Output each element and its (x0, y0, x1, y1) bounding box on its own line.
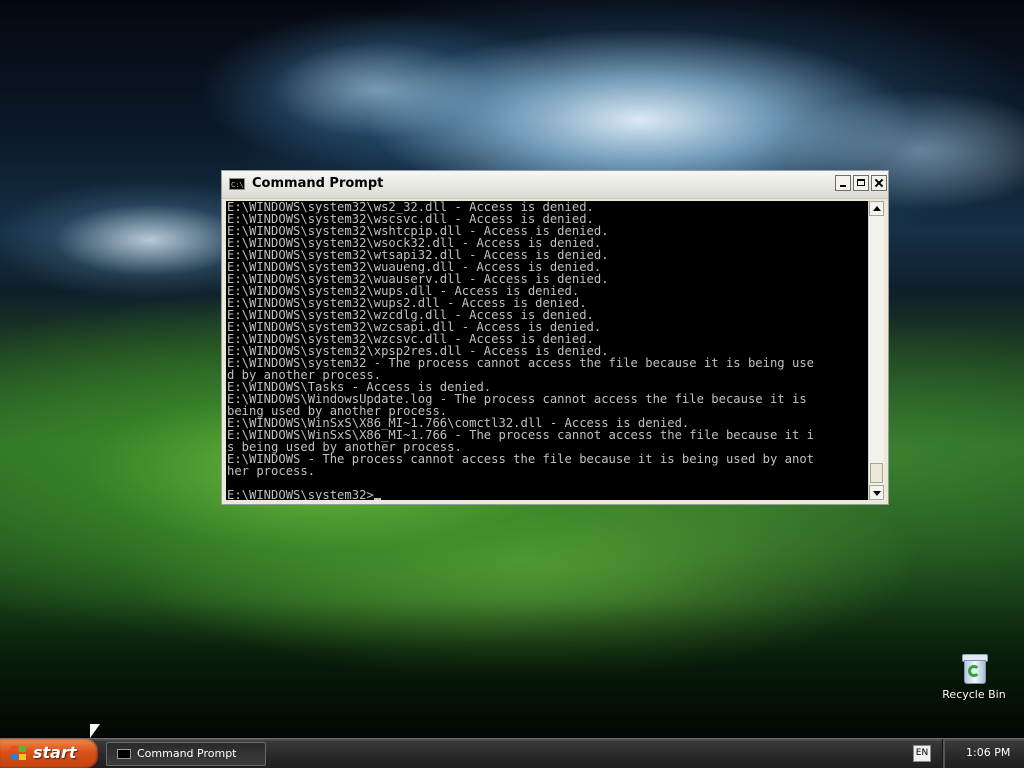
minimize-button[interactable] (835, 175, 851, 191)
start-button[interactable]: start (0, 739, 98, 768)
clock[interactable]: 1:06 PM (966, 746, 1010, 759)
desktop-icon-recycle-bin[interactable]: Recycle Bin (940, 654, 1008, 701)
start-label: start (33, 743, 77, 762)
console-text: E:\WINDOWS\system32\ws2_32.dll - Access … (226, 201, 868, 500)
desktop-icon-label: Recycle Bin (942, 688, 1006, 701)
console-line: E:\WINDOWS\system32> (227, 488, 374, 500)
text-cursor (373, 498, 381, 500)
console-output[interactable]: E:\WINDOWS\system32\ws2_32.dll - Access … (226, 201, 868, 500)
tray-divider (942, 739, 945, 768)
taskbar-item-label: Command Prompt (137, 747, 237, 760)
window-title: Command Prompt (252, 176, 384, 191)
close-button[interactable] (871, 175, 887, 191)
command-prompt-window[interactable]: C:\ Command Prompt E:\WINDOWS\system32\w… (221, 170, 889, 505)
taskbar: start Command Prompt EN 1:06 PM (0, 738, 1024, 768)
language-indicator[interactable]: EN (913, 745, 931, 762)
scroll-down-button[interactable] (869, 485, 884, 500)
scroll-thumb[interactable] (870, 463, 883, 483)
wallpaper-shadow (0, 600, 1024, 740)
maximize-button[interactable] (853, 175, 869, 191)
cmd-icon (117, 749, 131, 759)
system-tray: EN 1:06 PM (906, 739, 1024, 768)
taskbar-item-command-prompt[interactable]: Command Prompt (106, 742, 266, 766)
console-line: her process. (227, 464, 316, 478)
recycle-bin-icon (960, 654, 988, 684)
cmd-icon[interactable]: C:\ (229, 178, 245, 190)
window-titlebar[interactable]: C:\ Command Prompt (222, 171, 888, 199)
vertical-scrollbar[interactable] (868, 201, 884, 500)
windows-logo-icon (11, 746, 27, 761)
scroll-up-button[interactable] (869, 201, 884, 216)
